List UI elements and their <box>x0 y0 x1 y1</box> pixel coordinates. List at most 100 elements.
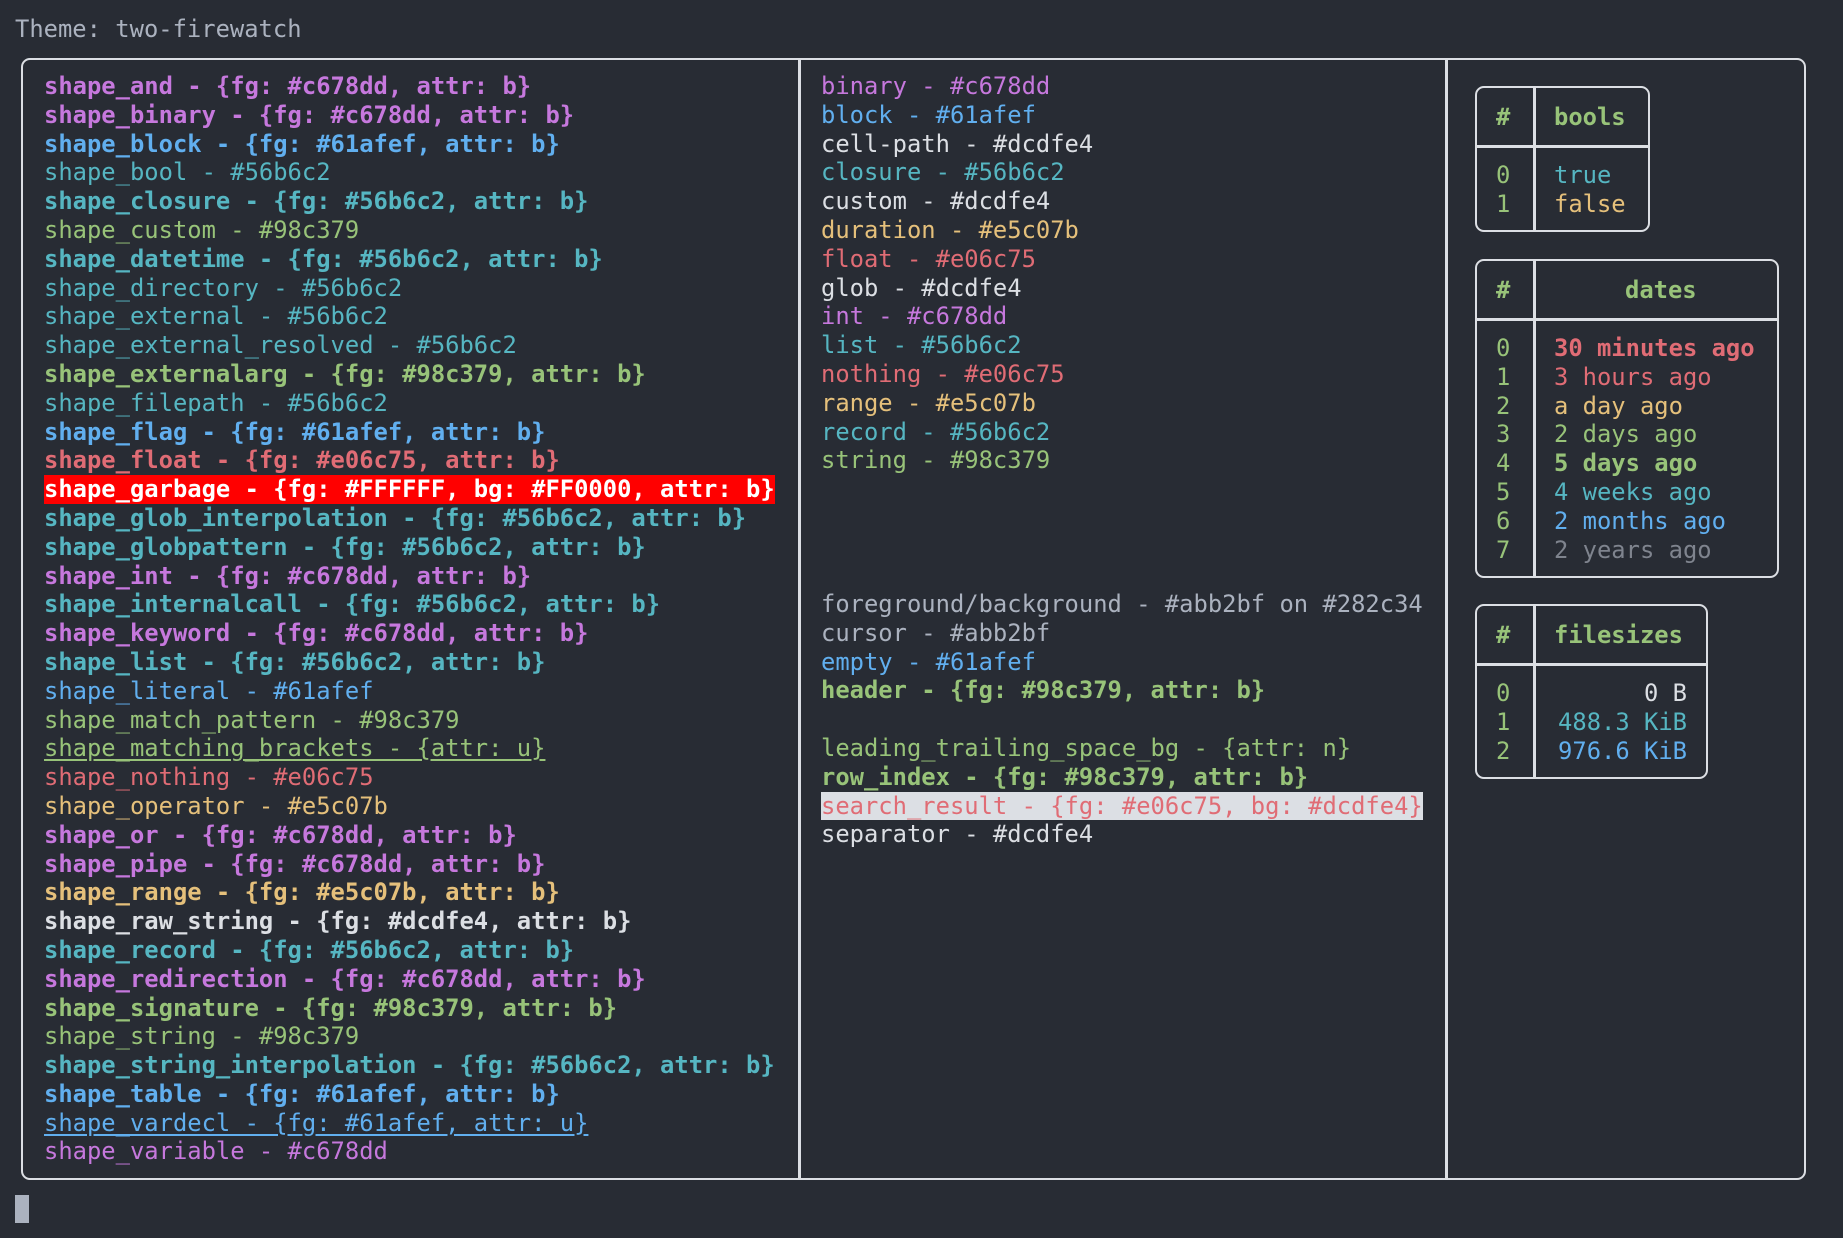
index-header: # <box>1496 621 1511 649</box>
header-divider <box>1477 663 1706 666</box>
row-index: 7 <box>1496 535 1511 564</box>
index-header: # <box>1496 276 1511 304</box>
row-index: 2 <box>1496 391 1511 420</box>
shape-style-entry: shape_record - {fg: #56b6c2, attr: b} <box>44 935 575 964</box>
type-color-entry: binary - #c678dd <box>821 72 1051 100</box>
shape-style-entry: shape_directory - #56b6c2 <box>44 273 403 302</box>
type-color-entry: record - #56b6c2 <box>821 417 1051 446</box>
row-index: 2 <box>1496 736 1511 765</box>
cell-value: 2 days ago <box>1554 420 1698 449</box>
column-header: dates <box>1625 276 1697 304</box>
shape-style-entry: shape_redirection - {fg: #c678dd, attr: … <box>44 964 646 993</box>
shape-style-entry: shape_matching_brackets - {attr: u} <box>44 734 546 763</box>
shape-style-entry: shape_block - {fg: #61afef, attr: b} <box>44 129 560 158</box>
shape-style-entry: shape_glob_interpolation - {fg: #56b6c2,… <box>44 503 747 532</box>
type-color-entry: float - #e06c75 <box>821 244 1036 273</box>
ui-color-entry: cursor - #abb2bf <box>821 618 1051 647</box>
header-divider <box>1477 145 1648 148</box>
type-color-entry: glob - #dcdfe4 <box>821 273 1022 302</box>
shape-style-entry: shape_closure - {fg: #56b6c2, attr: b} <box>44 187 589 216</box>
row-index: 0 <box>1496 161 1511 189</box>
shape-style-entry: shape_vardecl - {fg: #61afef, attr: u} <box>44 1108 589 1137</box>
shape-style-entry: shape_string_interpolation - {fg: #56b6c… <box>44 1051 775 1080</box>
shape-style-entry: shape_external_resolved - #56b6c2 <box>44 331 517 360</box>
row-index: 1 <box>1496 707 1511 736</box>
type-color-entry: list - #56b6c2 <box>821 331 1022 360</box>
shape-style-entry: shape_external - #56b6c2 <box>44 302 388 331</box>
shape-style-entry: shape_range - {fg: #e5c07b, attr: b} <box>44 878 560 907</box>
column-divider <box>798 58 801 1180</box>
shape-style-entry: shape_globpattern - {fg: #56b6c2, attr: … <box>44 532 646 561</box>
row-index: 4 <box>1496 449 1511 478</box>
ui-color-entry: header - {fg: #98c379, attr: b} <box>821 676 1266 705</box>
theme-title: Theme: two-firewatch <box>15 15 302 43</box>
type-color-entry: string - #98c379 <box>821 446 1051 475</box>
column-divider <box>1445 58 1448 1180</box>
row-index: 1 <box>1496 362 1511 391</box>
dates-table: # dates 0 30 minutes ago 1 3 hours ago 2 a da… <box>1475 259 1779 578</box>
cell-value: true <box>1554 161 1612 189</box>
cell-value: 976.6 KiB <box>1558 736 1687 765</box>
shape-style-entry: shape_filepath - #56b6c2 <box>44 388 388 417</box>
index-divider <box>1533 606 1536 777</box>
types-column: binary - #c678dd block - #61afef cell-path… <box>821 72 1093 475</box>
shape-style-entry: shape_raw_string - {fg: #dcdfe4, attr: b… <box>44 907 632 936</box>
row-index: 6 <box>1496 506 1511 535</box>
shape-style-entry: shape_variable - #c678dd <box>44 1137 388 1166</box>
bools-table: # bools 0 true 1 false <box>1475 86 1650 232</box>
shape-style-entry: shape_string - #98c379 <box>44 1022 360 1051</box>
shape-style-entry: shape_bool - #56b6c2 <box>44 158 331 187</box>
shape-style-entry: shape_list - {fg: #56b6c2, attr: b} <box>44 647 546 676</box>
ui-color-entry: search_result - {fg: #e06c75, bg: #dcdfe… <box>821 791 1423 821</box>
shape-style-entry: shape_signature - {fg: #98c379, attr: b} <box>44 993 618 1022</box>
shape-style-entry: shape_externalarg - {fg: #98c379, attr: … <box>44 359 646 388</box>
type-color-entry: cell-path - #dcdfe4 <box>821 129 1094 158</box>
ui-color-entry: empty - #61afef <box>821 647 1036 676</box>
ui-color-entry: row_index - {fg: #98c379, attr: b} <box>821 762 1309 791</box>
cell-value: a day ago <box>1554 391 1683 420</box>
column-header: bools <box>1554 103 1626 131</box>
shape-style-entry: shape_garbage - {fg: #FFFFFF, bg: #FF000… <box>44 475 775 504</box>
shape-style-entry: shape_datetime - {fg: #56b6c2, attr: b} <box>44 244 603 273</box>
shape-style-entry: shape_table - {fg: #61afef, attr: b} <box>44 1079 560 1108</box>
cell-value: 4 weeks ago <box>1554 478 1712 506</box>
cell-value: 30 minutes ago <box>1554 334 1755 362</box>
shape-style-entry: shape_binary - {fg: #c678dd, attr: b} <box>44 100 575 129</box>
shape-style-entry: shape_nothing - #e06c75 <box>44 763 374 792</box>
cell-value: 2 months ago <box>1554 506 1726 535</box>
index-divider <box>1533 261 1536 576</box>
shape-style-entry: shape_float - {fg: #e06c75, attr: b} <box>44 446 560 475</box>
shape-style-entry: shape_pipe - {fg: #c678dd, attr: b} <box>44 849 546 878</box>
shape-style-entry: shape_match_pattern - #98c379 <box>44 705 460 734</box>
shape-style-entry: shape_internalcall - {fg: #56b6c2, attr:… <box>44 590 661 619</box>
type-color-entry: duration - #e5c07b <box>821 215 1079 244</box>
cell-value: 5 days ago <box>1554 449 1698 478</box>
ui-color-entry <box>821 705 1423 734</box>
filesizes-table: # filesizes 0 0 B 1 488.3 KiB 2 976.6 KiB <box>1475 604 1708 779</box>
shape-style-entry: shape_flag - {fg: #61afef, attr: b} <box>44 417 546 446</box>
index-header: # <box>1496 103 1511 131</box>
cell-value: 3 hours ago <box>1554 362 1712 391</box>
row-index: 0 <box>1496 334 1511 362</box>
shape-style-entry: shape_literal - #61afef <box>44 676 374 705</box>
type-color-entry: block - #61afef <box>821 100 1036 129</box>
ui-color-entry: foreground/background - #abb2bf on #282c… <box>821 590 1423 618</box>
cell-value: 488.3 KiB <box>1558 707 1687 736</box>
type-color-entry: nothing - #e06c75 <box>821 359 1065 388</box>
row-index: 3 <box>1496 420 1511 449</box>
shape-style-entry: shape_operator - #e5c07b <box>44 791 388 820</box>
cell-value: 0 B <box>1644 679 1687 707</box>
cell-value: false <box>1554 189 1626 218</box>
ui-colors-column: foreground/background - #abb2bf on #282c… <box>821 590 1423 849</box>
shape-style-entry: shape_and - {fg: #c678dd, attr: b} <box>44 72 532 100</box>
ui-color-entry: separator - #dcdfe4 <box>821 820 1094 849</box>
row-index: 1 <box>1496 189 1511 218</box>
type-color-entry: closure - #56b6c2 <box>821 158 1065 187</box>
type-color-entry: range - #e5c07b <box>821 388 1036 417</box>
type-color-entry: int - #c678dd <box>821 302 1008 331</box>
index-divider <box>1533 88 1536 230</box>
terminal-cursor <box>15 1195 29 1223</box>
shape-style-entry: shape_keyword - {fg: #c678dd, attr: b} <box>44 619 589 648</box>
column-header: filesizes <box>1554 621 1683 649</box>
shapes-column: shape_and - {fg: #c678dd, attr: b} shape_… <box>44 72 775 1166</box>
